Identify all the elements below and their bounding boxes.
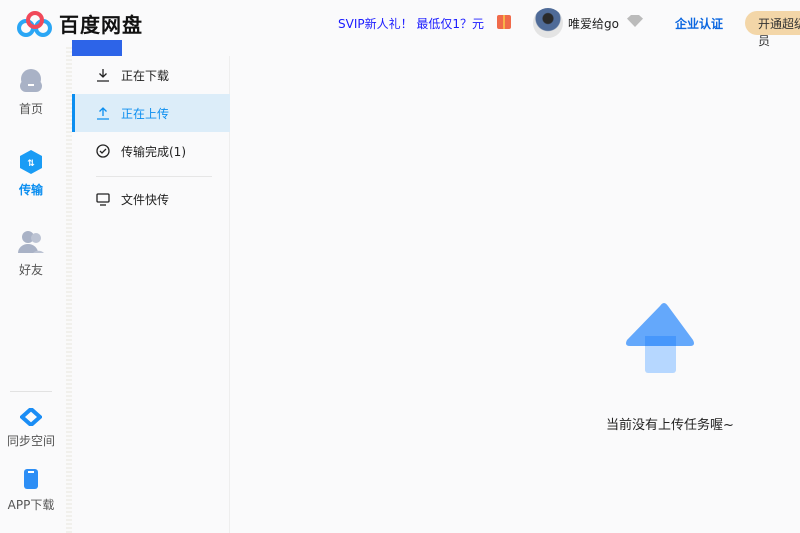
panel-divider (96, 176, 212, 177)
panel-item-label: 文件快传 (121, 192, 170, 207)
sidebar-item-home[interactable]: 首页 (0, 68, 62, 117)
check-circle-icon (96, 144, 110, 158)
diamond-icon[interactable] (627, 15, 643, 27)
upload-arrow-illustration-icon (626, 303, 694, 373)
panel-item-downloading[interactable]: 正在下载 (72, 56, 230, 94)
sidebar-item-label: 同步空间 (6, 434, 55, 448)
username[interactable]: 唯爱给go (568, 15, 619, 32)
app-title: 百度网盘 (59, 13, 143, 37)
open-svip-button[interactable]: 开通超级会员 (745, 11, 800, 48)
avatar[interactable] (533, 8, 563, 38)
panel-item-uploading[interactable]: 正在上传 (72, 94, 230, 132)
svg-text:⇅: ⇅ (27, 159, 35, 169)
app-logo[interactable]: 百度网盘 (17, 9, 143, 38)
phone-icon (24, 469, 38, 489)
sync-icon (20, 408, 42, 426)
sidebar-item-transfer[interactable]: ⇅ 传输 (0, 149, 62, 198)
friends-icon (18, 231, 44, 253)
upload-icon (96, 106, 110, 120)
sidebar-item-label: 好友 (18, 263, 43, 277)
svip-promo-link[interactable]: SVIP新人礼！ 最低仅1？元 (338, 15, 484, 32)
nav-divider (10, 391, 52, 392)
monitor-icon (96, 192, 110, 206)
panel-item-label: 正在下载 (121, 68, 170, 83)
sidebar-nav: 首页 ⇅ 传输 好友 同步空间 APP下载 (0, 46, 66, 533)
sidebar-item-label: APP下载 (7, 498, 55, 512)
sidebar-item-app-download[interactable]: APP下载 (0, 468, 62, 513)
empty-state: 当前没有上传任务喔~ (580, 300, 760, 433)
sidebar-item-label: 传输 (18, 183, 43, 197)
panel-item-label: 传输完成(1) (121, 144, 186, 159)
sidebar-item-friends[interactable]: 好友 (0, 229, 62, 278)
sidebar-item-label: 首页 (18, 102, 43, 116)
enterprise-auth-link[interactable]: 企业认证 (675, 15, 723, 32)
cloud-icon (20, 69, 42, 92)
transfer-panel: 正在下载 正在上传 传输完成(1) 文件快传 (72, 56, 230, 533)
empty-message: 当前没有上传任务喔~ (606, 418, 734, 433)
panel-item-completed[interactable]: 传输完成(1) (72, 132, 230, 170)
download-icon (96, 68, 110, 82)
sidebar-item-sync-space[interactable]: 同步空间 (0, 408, 62, 449)
blue-tab-indicator (72, 40, 122, 56)
gift-icon[interactable] (497, 15, 511, 29)
baidu-cloud-logo-icon (17, 10, 52, 37)
transfer-icon: ⇅ (20, 150, 42, 174)
panel-item-label: 正在上传 (121, 106, 170, 121)
panel-item-file-transfer[interactable]: 文件快传 (72, 180, 230, 218)
